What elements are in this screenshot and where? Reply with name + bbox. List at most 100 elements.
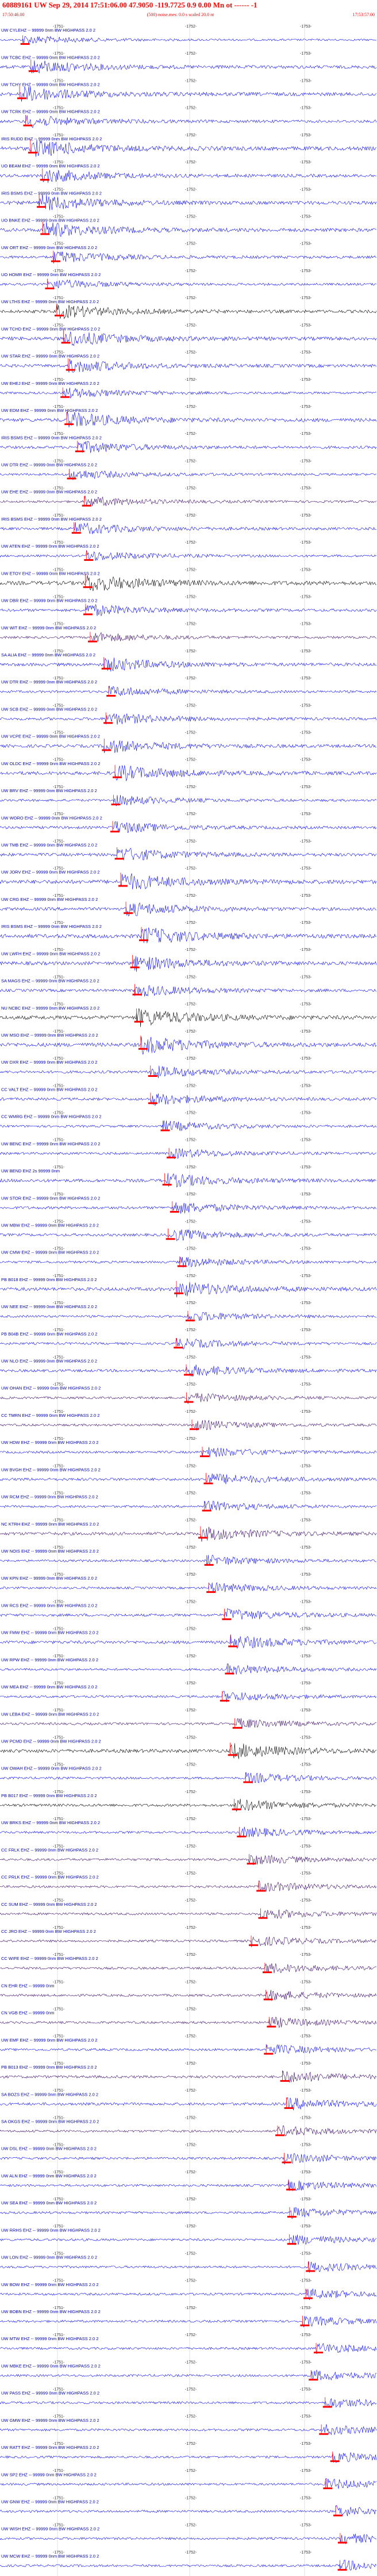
trace-row: -1751- -1752- -1753-UO BEAM EHZ -- 99999 0… <box>0 160 376 183</box>
tick-label: -1753- <box>300 1763 312 1767</box>
trace-row: -1751- -1752- -1753-UW MSO EHZ -- 99999 0n… <box>0 1030 377 1055</box>
pick-marker <box>232 1808 241 1810</box>
trace-label: UW BVGH EHZ -- 99999 0nm BW HIGHPASS 2.0… <box>1 1467 101 1472</box>
tick-label: -1753- <box>300 2306 312 2310</box>
tick-label: -1752- <box>185 1600 197 1604</box>
trace-label: UW SP2 EHZ -- 99999 0nm BW HIGHPASS 2.0 … <box>1 2472 97 2477</box>
trace-label: CC PRLK EHZ -- 99999 0nm BW HIGHPASS 2.0… <box>1 1875 99 1880</box>
tick-label: -1752- <box>185 921 197 925</box>
pick-marker <box>249 1944 259 1946</box>
tick-label: -1753- <box>300 758 312 762</box>
trace-label: IRIS BSMS EHZ -- 99999 0nm BW HIGHPASS 2… <box>1 190 102 196</box>
trace-row: -1751- -1752- -1753-UW ALN EHZ -- 99999 0n… <box>0 2170 377 2191</box>
pick-marker <box>167 1156 176 1159</box>
tick-label: -1753- <box>300 1573 312 1577</box>
pick-marker <box>282 2161 291 2164</box>
tick-label: -1752- <box>185 867 197 871</box>
waveform-trace <box>0 1718 376 1729</box>
pick-marker <box>110 831 120 833</box>
tick-label: -1752- <box>185 2143 197 2147</box>
tick-label: -1752- <box>185 1410 197 1414</box>
waveform-trace <box>0 1798 376 1812</box>
tick-label: -1753- <box>300 1953 312 1957</box>
trace-label: CC WIFE EHZ -- 99999 0nm BW HIGHPASS 2.0… <box>1 1956 98 1961</box>
waveform-trace <box>0 1065 376 1079</box>
trace-label: PB B04B EHZ -- 99999 0nm BW HIGHPASS 2.0… <box>1 1331 97 1336</box>
tick-label: -1753- <box>300 2333 312 2337</box>
pick-marker <box>101 667 111 670</box>
tick-label: -1752- <box>185 1953 197 1957</box>
pick-marker <box>103 722 113 724</box>
trace-row: -1751- -1752- -1753-UW MBW EHZ -- 99999 0n… <box>0 1220 377 1241</box>
tick-label: -1752- <box>185 296 197 300</box>
pick-marker <box>28 151 37 154</box>
tick-label: -1752- <box>185 1383 197 1387</box>
trace-label: UW OWAH EHZ -- 99999 0nm BW HIGHPASS 2.0… <box>1 1766 102 1771</box>
trace-label: UW CMW EHZ -- 99999 0nm BW HIGHPASS 2.0 … <box>1 1250 99 1255</box>
waveform-trace <box>0 1527 377 1542</box>
trace-row: -1751- -1752- -1753-UW EHE EHZ -- 99999 0n… <box>0 487 377 507</box>
pick-marker <box>243 1781 253 1783</box>
pick-marker <box>51 260 60 262</box>
waveform-trace <box>0 1420 377 1431</box>
tick-label: -1751- <box>53 2008 65 2012</box>
tick-label: -1752- <box>185 2197 197 2202</box>
trace-label: PB B018 EHZ -- 99999 0nm BW HIGHPASS 2.0… <box>1 1277 97 1282</box>
tick-label: -1753- <box>300 975 312 979</box>
tick-label: -1753- <box>300 867 312 871</box>
tick-label: -1752- <box>185 1763 197 1767</box>
trace-row: -1751- -1752- -1753-UW OWAH EHZ -- 99999 0… <box>0 1763 377 1784</box>
trace-row: -1751- -1752- -1753-UW OLDC EHZ -- 99999 0… <box>0 758 377 782</box>
trace-label: SA OKGS EHZ -- 99999 0nm BW HIGHPASS 2.0… <box>1 2119 99 2124</box>
trace-label: UW DSL EHZ -- 99999 0nm BW HIGHPASS 2.0 … <box>1 2146 97 2151</box>
waveform-trace <box>0 765 377 782</box>
trace-row: -1751- -1752- -1753-UW CMW EHZ -- 99999 0n… <box>0 1247 377 1268</box>
tick-label: -1752- <box>185 2442 197 2446</box>
trace-row: -1751- -1752- -1753-CC WMRG EHZ -- 99999 0… <box>0 1111 377 1132</box>
trace-label: UW GNW EHZ -- 99999 0nm BW HIGHPASS 2.0 … <box>1 2499 99 2504</box>
waveform-trace <box>0 495 377 506</box>
pick-marker <box>111 803 121 805</box>
trace-label: UW RCS EHZ -- 99999 0nm BW HIGHPASS 2.0 … <box>1 1603 97 1608</box>
tick-label: -1752- <box>185 1519 197 1523</box>
trace-row: -1751- -1752- -1753-UW BEND EHZ 2s 99999 0… <box>0 1165 376 1188</box>
pick-marker <box>237 1835 247 1837</box>
trace-row: -1751- -1752- -1753-PB B013 EHZ -- 99999 0… <box>0 2062 377 2082</box>
trace-row: -1751- -1752- -1753-UW WISH EHZ -- 99999 0… <box>0 2524 376 2544</box>
pick-marker <box>202 1509 211 1512</box>
tick-label: -1753- <box>300 541 312 545</box>
tick-label: -1753- <box>300 1600 312 1604</box>
trace-label: SA MAGS EHZ -- 99999 0nm BW HIGHPASS 2.0… <box>1 979 99 984</box>
waveform-trace <box>0 522 376 534</box>
waveform-trace <box>0 821 377 833</box>
tick-label: -1753- <box>300 1111 312 1115</box>
pick-marker <box>67 477 76 480</box>
trace-row: -1751- -1752- -1753-UW STOR EHZ -- 99999 0… <box>0 1193 377 1214</box>
pick-marker <box>247 1863 256 1865</box>
pick-marker <box>106 695 116 697</box>
tick-label: -1752- <box>185 622 197 626</box>
tick-label: -1752- <box>185 1654 197 1658</box>
tick-label: -1752- <box>185 948 197 952</box>
trace-label: UW DBR EHZ -- 99999 0nm BW HIGHPASS 2.0 … <box>1 598 97 603</box>
trace-label: UW RRHS EHZ -- 99999 0nm BW HIGHPASS 2.0… <box>1 2227 101 2233</box>
trace-label: UW NOIS EHZ -- 99999 0nm BW HIGHPASS 2.0… <box>1 1549 99 1554</box>
trace-label: UW BENC EHZ -- 99999 0nm BW HIGHPASS 2.0… <box>1 1141 100 1146</box>
trace-row: -1751- -1752- -1753-UW CYLEHZ -- 99999 0nm… <box>0 25 376 45</box>
tick-label: -1753- <box>300 1301 312 1305</box>
pick-marker <box>71 532 81 534</box>
trace-row: -1751- -1752- -1753-UW SP2 EHZ -- 99999 0n… <box>0 2469 377 2490</box>
waveform-trace <box>0 2316 377 2328</box>
pick-marker <box>148 1075 157 1077</box>
trace-row: -1751- -1752- -1753-IRIS BSMS EHZ -- 99999… <box>0 432 377 453</box>
tick-label: -1753- <box>300 1871 312 1875</box>
tick-label: -1753- <box>300 1030 312 1034</box>
trace-label: UW PCMD EHZ -- 99999 0nm BW HIGHPASS 2.0… <box>1 1739 101 1744</box>
tick-label: -1752- <box>185 1057 197 1061</box>
pick-marker <box>206 1591 216 1593</box>
trace-row: -1751- -1752- -1753-UW FMW EHZ -- 99999 0n… <box>0 1627 377 1649</box>
tick-label: -1752- <box>185 2388 197 2392</box>
trace-label: UW BOBN EHZ -- 99999 0nm BW HIGHPASS 2.0… <box>1 2309 101 2314</box>
waveform-trace <box>0 1120 377 1131</box>
pick-marker <box>185 1319 195 1321</box>
